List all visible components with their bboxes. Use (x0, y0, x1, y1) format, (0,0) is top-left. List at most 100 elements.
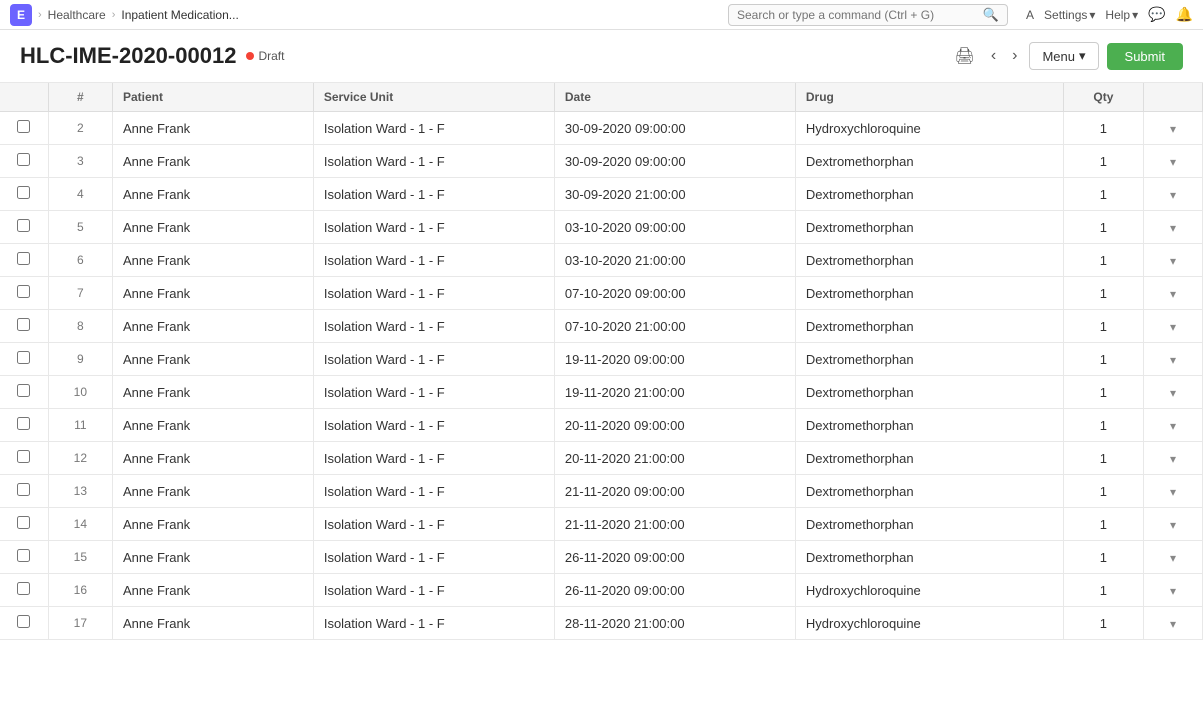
prev-button[interactable]: ‹ (987, 43, 1000, 69)
row-action-cell[interactable]: ▾ (1144, 145, 1203, 178)
col-header-checkbox (0, 83, 48, 112)
row-action-cell[interactable]: ▾ (1144, 277, 1203, 310)
row-dropdown-icon[interactable]: ▾ (1170, 617, 1176, 631)
row-checkbox[interactable] (17, 186, 30, 199)
row-checkbox[interactable] (17, 219, 30, 232)
help-button[interactable]: Help ▾ (1105, 8, 1138, 22)
row-num: 15 (48, 541, 112, 574)
settings-button[interactable]: Settings ▾ (1044, 8, 1095, 22)
row-checkbox-cell[interactable] (0, 145, 48, 178)
row-action-cell[interactable]: ▾ (1144, 244, 1203, 277)
row-checkbox[interactable] (17, 549, 30, 562)
row-checkbox[interactable] (17, 384, 30, 397)
row-dropdown-icon[interactable]: ▾ (1170, 386, 1176, 400)
row-action-cell[interactable]: ▾ (1144, 475, 1203, 508)
row-checkbox[interactable] (17, 450, 30, 463)
row-checkbox-cell[interactable] (0, 574, 48, 607)
row-date: 20-11-2020 21:00:00 (554, 442, 795, 475)
row-dropdown-icon[interactable]: ▾ (1170, 122, 1176, 136)
row-dropdown-icon[interactable]: ▾ (1170, 584, 1176, 598)
row-dropdown-icon[interactable]: ▾ (1170, 188, 1176, 202)
row-checkbox-cell[interactable] (0, 376, 48, 409)
row-num: 10 (48, 376, 112, 409)
row-action-cell[interactable]: ▾ (1144, 211, 1203, 244)
row-num: 14 (48, 508, 112, 541)
row-dropdown-icon[interactable]: ▾ (1170, 419, 1176, 433)
row-checkbox[interactable] (17, 252, 30, 265)
row-date: 19-11-2020 21:00:00 (554, 376, 795, 409)
row-checkbox-cell[interactable] (0, 277, 48, 310)
row-dropdown-icon[interactable]: ▾ (1170, 353, 1176, 367)
print-button[interactable]: 🖨 (951, 42, 979, 70)
row-checkbox[interactable] (17, 615, 30, 628)
row-qty: 1 (1063, 244, 1143, 277)
row-action-cell[interactable]: ▾ (1144, 343, 1203, 376)
row-dropdown-icon[interactable]: ▾ (1170, 254, 1176, 268)
row-checkbox[interactable] (17, 153, 30, 166)
search-box[interactable]: 🔍 (728, 4, 1008, 26)
row-ward: Isolation Ward - 1 - F (313, 442, 554, 475)
row-action-cell[interactable]: ▾ (1144, 178, 1203, 211)
row-dropdown-icon[interactable]: ▾ (1170, 320, 1176, 334)
col-header-patient: Patient (112, 83, 313, 112)
row-checkbox-cell[interactable] (0, 112, 48, 145)
row-checkbox-cell[interactable] (0, 244, 48, 277)
search-input[interactable] (737, 8, 979, 22)
row-checkbox[interactable] (17, 351, 30, 364)
table-row: 10 Anne Frank Isolation Ward - 1 - F 19-… (0, 376, 1203, 409)
row-dropdown-icon[interactable]: ▾ (1170, 155, 1176, 169)
row-checkbox-cell[interactable] (0, 475, 48, 508)
breadcrumb-healthcare[interactable]: Healthcare (48, 8, 106, 22)
row-action-cell[interactable]: ▾ (1144, 376, 1203, 409)
row-checkbox-cell[interactable] (0, 442, 48, 475)
chat-icon[interactable]: 💬 (1148, 6, 1165, 23)
row-checkbox[interactable] (17, 516, 30, 529)
row-action-cell[interactable]: ▾ (1144, 442, 1203, 475)
row-patient: Anne Frank (112, 541, 313, 574)
row-action-cell[interactable]: ▾ (1144, 541, 1203, 574)
row-dropdown-icon[interactable]: ▾ (1170, 518, 1176, 532)
row-dropdown-icon[interactable]: ▾ (1170, 221, 1176, 235)
row-checkbox-cell[interactable] (0, 310, 48, 343)
document-title-area: HLC-IME-2020-00012 Draft (20, 43, 284, 69)
row-drug: Dextromethorphan (795, 310, 1063, 343)
next-button[interactable]: › (1008, 43, 1021, 69)
row-checkbox-cell[interactable] (0, 409, 48, 442)
row-checkbox-cell[interactable] (0, 343, 48, 376)
row-checkbox-cell[interactable] (0, 178, 48, 211)
row-checkbox-cell[interactable] (0, 541, 48, 574)
row-checkbox-cell[interactable] (0, 508, 48, 541)
row-num: 5 (48, 211, 112, 244)
submit-button[interactable]: Submit (1107, 43, 1183, 70)
row-action-cell[interactable]: ▾ (1144, 310, 1203, 343)
row-num: 12 (48, 442, 112, 475)
row-checkbox[interactable] (17, 120, 30, 133)
row-ward: Isolation Ward - 1 - F (313, 508, 554, 541)
bell-icon[interactable]: 🔔 (1176, 6, 1193, 23)
header-actions: 🖨 ‹ › Menu ▾ Submit (951, 42, 1184, 70)
row-action-cell[interactable]: ▾ (1144, 607, 1203, 640)
row-checkbox-cell[interactable] (0, 211, 48, 244)
row-dropdown-icon[interactable]: ▾ (1170, 452, 1176, 466)
row-dropdown-icon[interactable]: ▾ (1170, 485, 1176, 499)
accessibility-button[interactable]: A (1026, 8, 1034, 22)
row-action-cell[interactable]: ▾ (1144, 574, 1203, 607)
row-dropdown-icon[interactable]: ▾ (1170, 287, 1176, 301)
row-date: 30-09-2020 09:00:00 (554, 145, 795, 178)
row-ward: Isolation Ward - 1 - F (313, 310, 554, 343)
row-patient: Anne Frank (112, 508, 313, 541)
row-checkbox[interactable] (17, 483, 30, 496)
row-checkbox[interactable] (17, 417, 30, 430)
row-checkbox[interactable] (17, 582, 30, 595)
breadcrumb-inpatient[interactable]: Inpatient Medication... (121, 8, 238, 22)
menu-button[interactable]: Menu ▾ (1029, 42, 1098, 70)
row-action-cell[interactable]: ▾ (1144, 112, 1203, 145)
row-checkbox[interactable] (17, 285, 30, 298)
row-checkbox[interactable] (17, 318, 30, 331)
menu-label: Menu (1042, 49, 1075, 64)
table-row: 5 Anne Frank Isolation Ward - 1 - F 03-1… (0, 211, 1203, 244)
row-dropdown-icon[interactable]: ▾ (1170, 551, 1176, 565)
row-action-cell[interactable]: ▾ (1144, 409, 1203, 442)
row-checkbox-cell[interactable] (0, 607, 48, 640)
row-action-cell[interactable]: ▾ (1144, 508, 1203, 541)
